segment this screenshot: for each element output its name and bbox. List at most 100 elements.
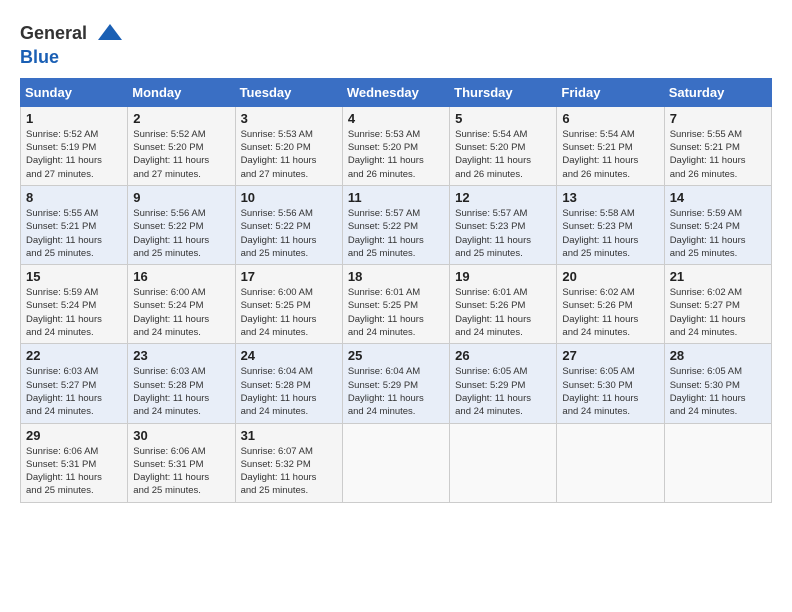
day-number: 23 <box>133 348 229 363</box>
calendar-cell <box>450 423 557 502</box>
day-info: Sunrise: 5:52 AMSunset: 5:20 PMDaylight:… <box>133 128 229 181</box>
calendar-cell: 18Sunrise: 6:01 AMSunset: 5:25 PMDayligh… <box>342 265 449 344</box>
calendar-cell: 6 Sunrise: 5:54 AMSunset: 5:21 PMDaylight… <box>557 106 664 185</box>
calendar-cell: 13 Sunrise: 5:58 AMSunset: 5:23 PMDayligh… <box>557 185 664 264</box>
day-header-wednesday: Wednesday <box>342 78 449 106</box>
day-info: Sunrise: 6:05 AMSunset: 5:30 PMDaylight:… <box>562 365 658 418</box>
day-number: 24 <box>241 348 337 363</box>
calendar-cell: 30 Sunrise: 6:06 AMSunset: 5:31 PMDayligh… <box>128 423 235 502</box>
calendar-cell: 24 Sunrise: 6:04 AMSunset: 5:28 PMDayligh… <box>235 344 342 423</box>
day-number: 16 <box>133 269 229 284</box>
day-info: Sunrise: 6:00 AMSunset: 5:25 PMDaylight:… <box>241 286 337 339</box>
calendar-cell: 14 Sunrise: 5:59 AMSunset: 5:24 PMDayligh… <box>664 185 771 264</box>
calendar-cell: 17Sunrise: 6:00 AMSunset: 5:25 PMDayligh… <box>235 265 342 344</box>
day-info: Sunrise: 5:53 AMSunset: 5:20 PMDaylight:… <box>348 128 444 181</box>
day-header-tuesday: Tuesday <box>235 78 342 106</box>
day-number: 4 <box>348 111 444 126</box>
day-info: Sunrise: 5:57 AMSunset: 5:22 PMDaylight:… <box>348 207 444 260</box>
day-number: 9 <box>133 190 229 205</box>
calendar-week-2: 8 Sunrise: 5:55 AMSunset: 5:21 PMDaylight… <box>21 185 772 264</box>
day-number: 26 <box>455 348 551 363</box>
calendar-cell: 19Sunrise: 6:01 AMSunset: 5:26 PMDayligh… <box>450 265 557 344</box>
calendar-cell: 10 Sunrise: 5:56 AMSunset: 5:22 PMDayligh… <box>235 185 342 264</box>
day-info: Sunrise: 5:55 AMSunset: 5:21 PMDaylight:… <box>26 207 122 260</box>
day-info: Sunrise: 5:54 AMSunset: 5:21 PMDaylight:… <box>562 128 658 181</box>
calendar-cell: 7 Sunrise: 5:55 AMSunset: 5:21 PMDaylight… <box>664 106 771 185</box>
day-info: Sunrise: 6:02 AMSunset: 5:26 PMDaylight:… <box>562 286 658 339</box>
day-info: Sunrise: 5:58 AMSunset: 5:23 PMDaylight:… <box>562 207 658 260</box>
day-number: 14 <box>670 190 766 205</box>
logo-text-general: General <box>20 23 87 43</box>
calendar-cell: 28 Sunrise: 6:05 AMSunset: 5:30 PMDayligh… <box>664 344 771 423</box>
day-info: Sunrise: 6:02 AMSunset: 5:27 PMDaylight:… <box>670 286 766 339</box>
day-header-thursday: Thursday <box>450 78 557 106</box>
calendar-cell <box>342 423 449 502</box>
day-number: 6 <box>562 111 658 126</box>
day-info: Sunrise: 6:00 AMSunset: 5:24 PMDaylight:… <box>133 286 229 339</box>
calendar-cell: 15Sunrise: 5:59 AMSunset: 5:24 PMDayligh… <box>21 265 128 344</box>
calendar-cell: 8 Sunrise: 5:55 AMSunset: 5:21 PMDaylight… <box>21 185 128 264</box>
day-number: 2 <box>133 111 229 126</box>
day-number: 20 <box>562 269 658 284</box>
calendar-week-4: 22 Sunrise: 6:03 AMSunset: 5:27 PMDayligh… <box>21 344 772 423</box>
day-info: Sunrise: 6:03 AMSunset: 5:28 PMDaylight:… <box>133 365 229 418</box>
day-number: 8 <box>26 190 122 205</box>
calendar-cell: 16 Sunrise: 6:00 AMSunset: 5:24 PMDayligh… <box>128 265 235 344</box>
day-info: Sunrise: 5:56 AMSunset: 5:22 PMDaylight:… <box>241 207 337 260</box>
calendar-cell: 11Sunrise: 5:57 AMSunset: 5:22 PMDayligh… <box>342 185 449 264</box>
day-number: 5 <box>455 111 551 126</box>
day-info: Sunrise: 6:06 AMSunset: 5:31 PMDaylight:… <box>133 445 229 498</box>
day-number: 31 <box>241 428 337 443</box>
page-header: General Blue <box>20 20 772 68</box>
day-header-sunday: Sunday <box>21 78 128 106</box>
day-info: Sunrise: 5:52 AMSunset: 5:19 PMDaylight:… <box>26 128 122 181</box>
day-info: Sunrise: 6:05 AMSunset: 5:30 PMDaylight:… <box>670 365 766 418</box>
day-info: Sunrise: 6:04 AMSunset: 5:29 PMDaylight:… <box>348 365 444 418</box>
day-info: Sunrise: 6:04 AMSunset: 5:28 PMDaylight:… <box>241 365 337 418</box>
day-info: Sunrise: 6:03 AMSunset: 5:27 PMDaylight:… <box>26 365 122 418</box>
calendar-cell: 9Sunrise: 5:56 AMSunset: 5:22 PMDaylight… <box>128 185 235 264</box>
day-number: 3 <box>241 111 337 126</box>
day-number: 21 <box>670 269 766 284</box>
day-number: 12 <box>455 190 551 205</box>
day-info: Sunrise: 5:59 AMSunset: 5:24 PMDaylight:… <box>26 286 122 339</box>
day-info: Sunrise: 5:57 AMSunset: 5:23 PMDaylight:… <box>455 207 551 260</box>
calendar-cell: 2 Sunrise: 5:52 AMSunset: 5:20 PMDaylight… <box>128 106 235 185</box>
day-info: Sunrise: 5:54 AMSunset: 5:20 PMDaylight:… <box>455 128 551 181</box>
calendar-cell: 4 Sunrise: 5:53 AMSunset: 5:20 PMDaylight… <box>342 106 449 185</box>
day-number: 13 <box>562 190 658 205</box>
calendar-cell: 29 Sunrise: 6:06 AMSunset: 5:31 PMDayligh… <box>21 423 128 502</box>
day-number: 18 <box>348 269 444 284</box>
day-info: Sunrise: 5:53 AMSunset: 5:20 PMDaylight:… <box>241 128 337 181</box>
calendar-cell: 31Sunrise: 6:07 AMSunset: 5:32 PMDayligh… <box>235 423 342 502</box>
logo: General Blue <box>20 20 124 68</box>
calendar-week-3: 15Sunrise: 5:59 AMSunset: 5:24 PMDayligh… <box>21 265 772 344</box>
calendar-cell: 25Sunrise: 6:04 AMSunset: 5:29 PMDayligh… <box>342 344 449 423</box>
day-number: 28 <box>670 348 766 363</box>
calendar-cell: 23 Sunrise: 6:03 AMSunset: 5:28 PMDayligh… <box>128 344 235 423</box>
day-header-saturday: Saturday <box>664 78 771 106</box>
calendar-cell: 22 Sunrise: 6:03 AMSunset: 5:27 PMDayligh… <box>21 344 128 423</box>
calendar-week-5: 29 Sunrise: 6:06 AMSunset: 5:31 PMDayligh… <box>21 423 772 502</box>
day-info: Sunrise: 6:05 AMSunset: 5:29 PMDaylight:… <box>455 365 551 418</box>
day-number: 1 <box>26 111 122 126</box>
calendar-cell: 20 Sunrise: 6:02 AMSunset: 5:26 PMDayligh… <box>557 265 664 344</box>
day-number: 29 <box>26 428 122 443</box>
calendar-week-1: 1 Sunrise: 5:52 AMSunset: 5:19 PMDaylight… <box>21 106 772 185</box>
day-header-friday: Friday <box>557 78 664 106</box>
day-number: 10 <box>241 190 337 205</box>
day-number: 7 <box>670 111 766 126</box>
day-number: 30 <box>133 428 229 443</box>
calendar-table: SundayMondayTuesdayWednesdayThursdayFrid… <box>20 78 772 503</box>
calendar-cell: 5 Sunrise: 5:54 AMSunset: 5:20 PMDaylight… <box>450 106 557 185</box>
day-info: Sunrise: 6:06 AMSunset: 5:31 PMDaylight:… <box>26 445 122 498</box>
day-info: Sunrise: 5:55 AMSunset: 5:21 PMDaylight:… <box>670 128 766 181</box>
day-number: 19 <box>455 269 551 284</box>
calendar-cell: 3 Sunrise: 5:53 AMSunset: 5:20 PMDaylight… <box>235 106 342 185</box>
day-info: Sunrise: 5:59 AMSunset: 5:24 PMDaylight:… <box>670 207 766 260</box>
calendar-header-row: SundayMondayTuesdayWednesdayThursdayFrid… <box>21 78 772 106</box>
day-number: 22 <box>26 348 122 363</box>
calendar-cell <box>664 423 771 502</box>
day-header-monday: Monday <box>128 78 235 106</box>
logo-text-blue: Blue <box>20 48 124 68</box>
